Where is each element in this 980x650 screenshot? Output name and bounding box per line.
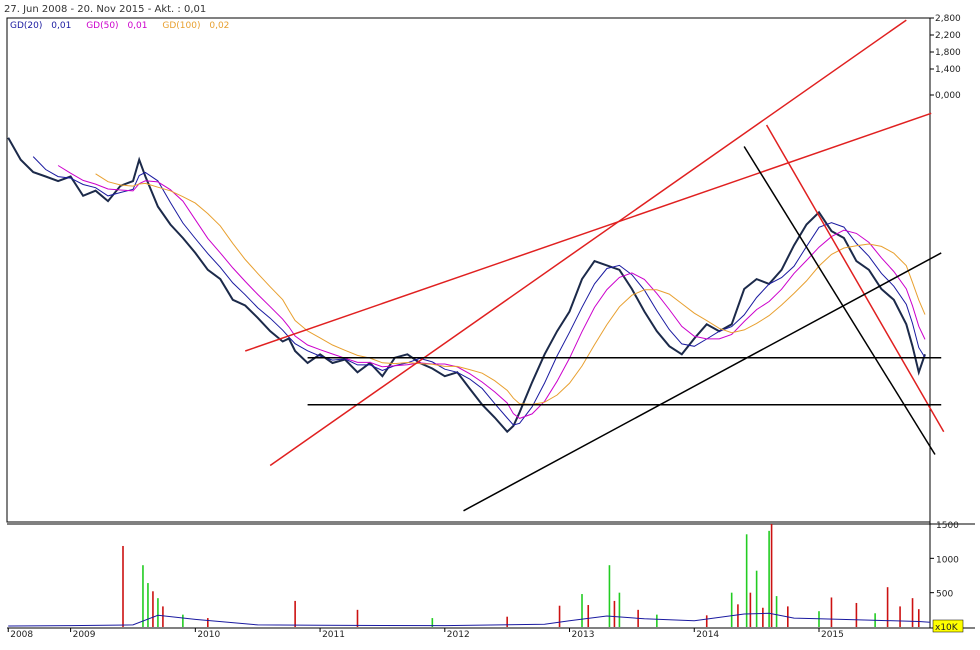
volume-unit-label: x10K (935, 623, 959, 633)
x-tick-label: 2010 (197, 630, 220, 640)
price-line (7, 137, 926, 434)
trendline-black-4 (743, 146, 936, 455)
volume-y-tick-label: 500 (936, 590, 953, 600)
x-tick-label: 2014 (696, 630, 719, 640)
price-volume-chart: 2008 2009 2010 2011 2012 2013 2014 2015 2,800 2,2… (6, 14, 975, 640)
x-tick-label: 2011 (322, 630, 345, 640)
chart-stage: { "header": { "title": "27. Jun 2008 - 2… (0, 0, 980, 650)
y-tick-label: 0,000 (935, 91, 961, 101)
x-tick-label: 2008 (10, 630, 33, 640)
y-tick-label: 2,200 (935, 31, 961, 41)
volume-y-tick-label: 1500 (936, 521, 959, 531)
y-tick-label: 2,800 (935, 14, 961, 24)
volume-average-line (8, 612, 931, 627)
x-tick-label: 2015 (821, 630, 844, 640)
x-tick-label: 2013 (572, 630, 595, 640)
volume-y-tick-label: 1000 (936, 555, 959, 565)
y-tick-label: 1,400 (935, 65, 961, 75)
moving-average-gd100 (95, 173, 926, 405)
trendline-red-1 (269, 19, 907, 467)
x-tick-label: 2009 (73, 630, 96, 640)
trendline-red-2 (765, 124, 945, 433)
trendline-black-3 (463, 252, 942, 512)
price-panel-frame (6, 17, 931, 523)
y-tick-label: 1,800 (935, 48, 961, 58)
x-tick-label: 2012 (447, 630, 470, 640)
moving-average-gd20 (32, 156, 926, 426)
